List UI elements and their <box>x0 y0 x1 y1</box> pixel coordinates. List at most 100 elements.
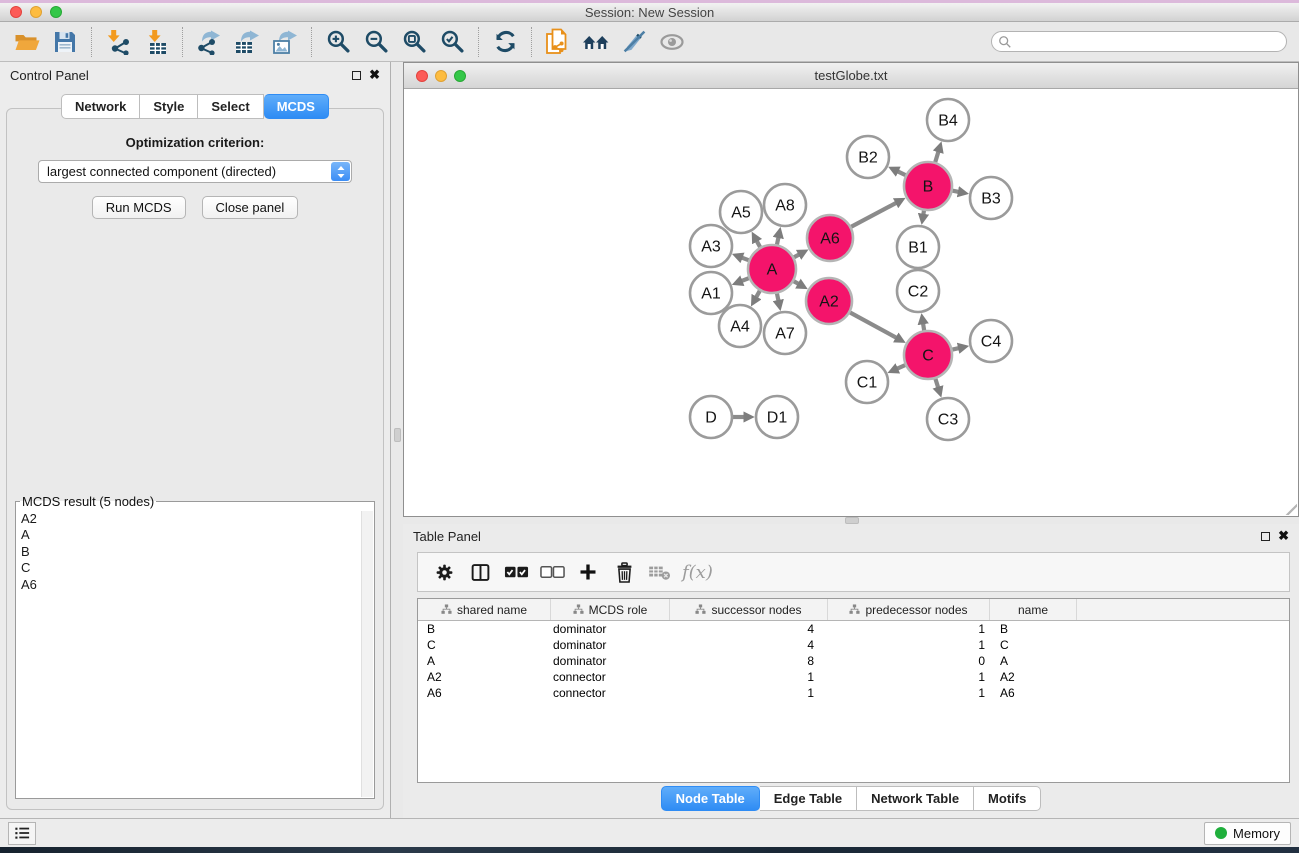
tab-mcds[interactable]: MCDS <box>264 94 329 119</box>
memory-button[interactable]: Memory <box>1204 822 1291 845</box>
maximize-window-button[interactable] <box>50 6 62 18</box>
table-cell[interactable]: A6 <box>418 685 551 701</box>
vertical-splitter-handle[interactable] <box>394 428 401 442</box>
table-settings-button[interactable] <box>426 556 462 588</box>
table-row[interactable]: Adominator80A <box>418 653 1289 669</box>
refresh-view-button[interactable] <box>486 25 524 59</box>
import-network-button[interactable] <box>99 25 137 59</box>
run-mcds-button[interactable]: Run MCDS <box>92 196 186 219</box>
graph-edge-C-C4[interactable] <box>952 348 959 350</box>
result-item[interactable]: A <box>21 527 361 543</box>
show-all-button[interactable] <box>653 25 691 59</box>
graph-edge-A-A5[interactable] <box>756 240 760 247</box>
tab-edge-table[interactable]: Edge Table <box>760 786 857 811</box>
table-cell[interactable]: A <box>990 653 1077 669</box>
network-canvas[interactable]: AA1A2A3A4A5A6A7A8BB1B2B3B4CC1C2C3C4DD1 <box>404 89 1298 516</box>
table-cell[interactable]: dominator <box>551 637 670 653</box>
graph-edge-A-A7[interactable] <box>777 293 779 301</box>
vertical-splitter[interactable] <box>392 62 403 818</box>
column-header-successor-nodes[interactable]: successor nodes <box>670 599 828 620</box>
add-column-button[interactable] <box>570 556 606 588</box>
result-item[interactable]: B <box>21 544 361 560</box>
network-minimize-button[interactable] <box>435 70 447 82</box>
save-session-button[interactable] <box>46 25 84 59</box>
deselect-all-button[interactable] <box>534 556 570 588</box>
column-header-mcds-role[interactable]: MCDS role <box>551 599 670 620</box>
table-cell[interactable]: A6 <box>990 685 1077 701</box>
import-table-button[interactable] <box>137 25 175 59</box>
zoom-out-button[interactable] <box>357 25 395 59</box>
criterion-dropdown[interactable]: largest connected component (directed) <box>38 160 352 183</box>
table-cell[interactable]: 1 <box>828 685 990 701</box>
tab-style[interactable]: Style <box>140 94 198 119</box>
table-cell[interactable]: 0 <box>828 653 990 669</box>
graph-edge-B-B3[interactable] <box>953 191 960 192</box>
table-cell[interactable]: 4 <box>670 637 828 653</box>
table-row[interactable]: Bdominator41B <box>418 621 1289 637</box>
result-item[interactable]: C <box>21 560 361 576</box>
table-cell[interactable]: dominator <box>551 621 670 637</box>
column-header-name[interactable]: name <box>990 599 1077 620</box>
delete-column-button[interactable] <box>606 556 642 588</box>
zoom-in-button[interactable] <box>319 25 357 59</box>
table-cell[interactable]: 1 <box>670 669 828 685</box>
new-network-from-selection-button[interactable] <box>539 25 577 59</box>
network-maximize-button[interactable] <box>454 70 466 82</box>
close-panel-icon[interactable]: ✖ <box>369 70 380 80</box>
close-table-panel-icon[interactable]: ✖ <box>1278 531 1289 541</box>
graph-edge-A6-B[interactable] <box>851 202 897 226</box>
tab-node-table[interactable]: Node Table <box>661 786 760 811</box>
function-builder-button[interactable]: f(x) <box>682 562 713 583</box>
tab-select[interactable]: Select <box>198 94 263 119</box>
column-header-predecessor-nodes[interactable]: predecessor nodes <box>828 599 990 620</box>
search-input[interactable] <box>991 31 1287 52</box>
result-item[interactable]: A2 <box>21 511 361 527</box>
table-cell[interactable]: B <box>990 621 1077 637</box>
table-cell[interactable]: A2 <box>990 669 1077 685</box>
graph-edge-A-A8[interactable] <box>777 236 779 244</box>
table-cell[interactable]: 4 <box>670 621 828 637</box>
export-table-button[interactable] <box>228 25 266 59</box>
graph-edge-B-B1[interactable] <box>923 211 924 216</box>
show-tasks-button[interactable] <box>8 822 36 845</box>
float-table-panel-icon[interactable] <box>1261 532 1270 541</box>
graph-edge-A2-C[interactable] <box>850 312 897 338</box>
float-panel-icon[interactable] <box>352 71 361 80</box>
table-row[interactable]: Cdominator41C <box>418 637 1289 653</box>
tab-network-table[interactable]: Network Table <box>857 786 974 811</box>
table-row[interactable]: A6connector11A6 <box>418 685 1289 701</box>
select-all-button[interactable] <box>498 556 534 588</box>
graph-edge-B-B2[interactable] <box>897 171 906 175</box>
zoom-selected-button[interactable] <box>433 25 471 59</box>
table-cell[interactable]: connector <box>551 685 670 701</box>
table-cell[interactable]: A2 <box>418 669 551 685</box>
graph-edge-B-B4[interactable] <box>935 151 938 162</box>
network-close-button[interactable] <box>416 70 428 82</box>
delete-table-button[interactable] <box>642 556 678 588</box>
graph-edge-A-A6[interactable] <box>794 254 800 257</box>
resize-grip-icon[interactable] <box>1284 502 1297 515</box>
table-cell[interactable]: 8 <box>670 653 828 669</box>
table-cell[interactable]: connector <box>551 669 670 685</box>
column-header-shared-name[interactable]: shared name <box>418 599 551 620</box>
table-cell[interactable]: 1 <box>828 637 990 653</box>
table-cell[interactable]: B <box>418 621 551 637</box>
export-network-button[interactable] <box>190 25 228 59</box>
export-image-button[interactable] <box>266 25 304 59</box>
table-cell[interactable]: C <box>990 637 1077 653</box>
graph-edge-A-A1[interactable] <box>741 278 749 281</box>
table-cell[interactable]: C <box>418 637 551 653</box>
close-window-button[interactable] <box>10 6 22 18</box>
table-row[interactable]: A2connector11A2 <box>418 669 1289 685</box>
graph-edge-C-C3[interactable] <box>935 379 938 389</box>
graph-edge-C-C2[interactable] <box>923 323 924 331</box>
result-item[interactable]: A6 <box>21 577 361 593</box>
first-neighbors-button[interactable] <box>577 25 615 59</box>
tab-network[interactable]: Network <box>61 94 140 119</box>
graph-edge-A-A4[interactable] <box>756 291 760 298</box>
graph-edge-A-A3[interactable] <box>741 257 749 260</box>
minimize-window-button[interactable] <box>30 6 42 18</box>
horizontal-splitter[interactable] <box>403 517 1299 524</box>
close-panel-button[interactable]: Close panel <box>202 196 299 219</box>
graph-edge-C-C1[interactable] <box>896 365 905 369</box>
